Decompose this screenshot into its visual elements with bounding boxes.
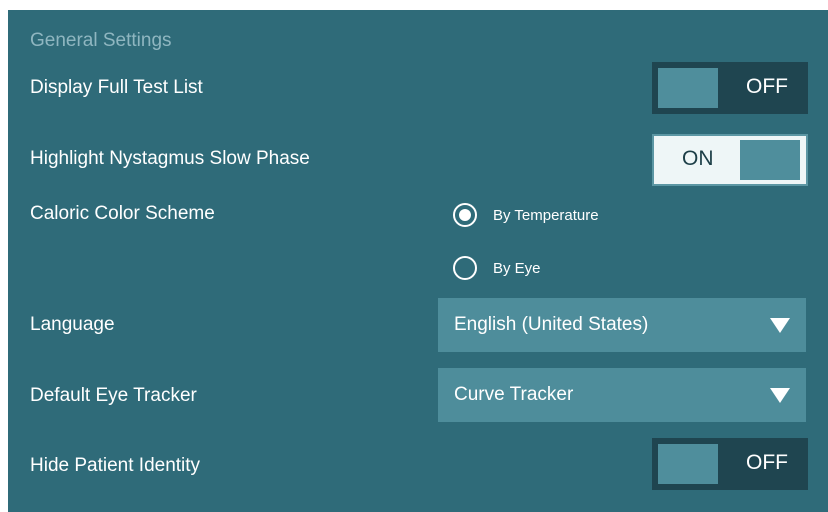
eye-tracker-dropdown[interactable]: Curve Tracker xyxy=(438,368,806,422)
radio-by-eye[interactable]: By Eye xyxy=(453,253,541,283)
radio-by-temperature[interactable]: By Temperature xyxy=(453,200,599,230)
dropdown-value: English (United States) xyxy=(454,314,649,335)
toggle-knob xyxy=(740,140,800,180)
highlight-nystagmus-label: Highlight Nystagmus Slow Phase xyxy=(30,148,310,169)
radio-unselected-icon xyxy=(453,256,477,280)
hide-patient-identity-toggle[interactable]: OFF xyxy=(652,438,808,490)
radio-label: By Eye xyxy=(493,259,541,277)
dropdown-caret-icon xyxy=(770,388,790,403)
toggle-knob xyxy=(658,68,718,108)
caloric-color-scheme-label: Caloric Color Scheme xyxy=(30,203,215,224)
language-label: Language xyxy=(30,314,115,335)
language-dropdown[interactable]: English (United States) xyxy=(438,298,806,352)
display-full-test-list-toggle[interactable]: OFF xyxy=(652,62,808,114)
radio-selected-icon xyxy=(453,203,477,227)
toggle-state-label: ON xyxy=(682,147,714,170)
section-title: General Settings xyxy=(30,30,172,51)
dropdown-value: Curve Tracker xyxy=(454,384,574,405)
toggle-knob xyxy=(658,444,718,484)
general-settings-panel: General Settings Display Full Test List … xyxy=(8,10,828,512)
toggle-state-label: OFF xyxy=(746,75,788,98)
highlight-nystagmus-toggle[interactable]: ON xyxy=(652,134,808,186)
header-title-remnant xyxy=(0,0,828,10)
toggle-state-label: OFF xyxy=(746,451,788,474)
default-eye-tracker-label: Default Eye Tracker xyxy=(30,385,197,406)
radio-label: By Temperature xyxy=(493,206,599,224)
display-full-test-list-label: Display Full Test List xyxy=(30,77,203,98)
hide-patient-identity-label: Hide Patient Identity xyxy=(30,455,201,476)
dropdown-caret-icon xyxy=(770,318,790,333)
